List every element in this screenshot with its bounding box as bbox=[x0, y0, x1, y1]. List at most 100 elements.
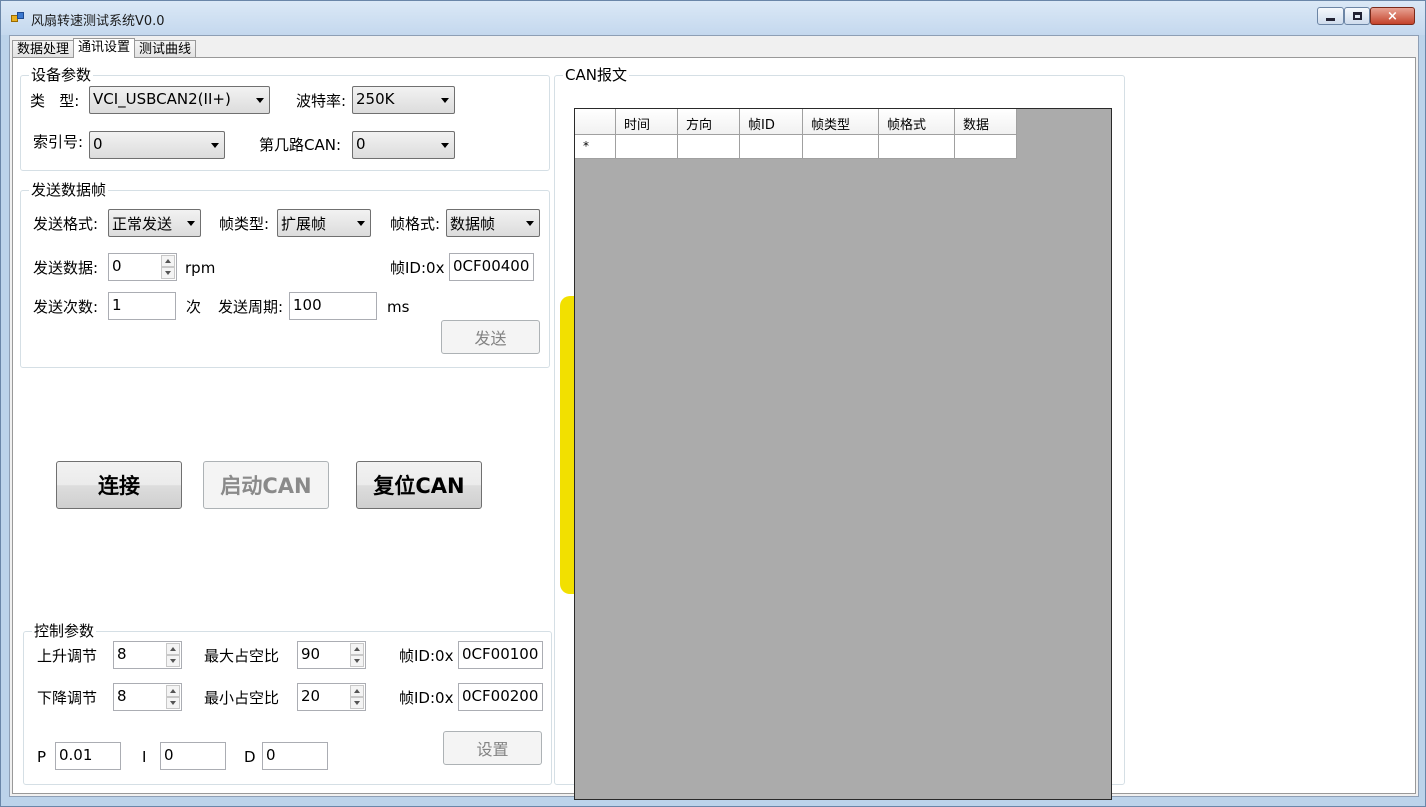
device-type-select[interactable]: VCI_USBCAN2(II+) bbox=[89, 86, 270, 114]
spin-up-icon[interactable] bbox=[350, 685, 364, 697]
close-button[interactable]: × bbox=[1370, 7, 1415, 25]
min-duty-stepper[interactable]: 20 bbox=[297, 683, 366, 711]
send-count-unit: 次 bbox=[186, 298, 202, 316]
spin-down-icon[interactable] bbox=[166, 655, 180, 667]
baud-rate-label: 波特率: bbox=[296, 92, 347, 110]
new-row-marker[interactable]: * bbox=[575, 135, 616, 159]
tab-test-curve[interactable]: 测试曲线 bbox=[134, 40, 197, 58]
spin-up-icon[interactable] bbox=[350, 643, 364, 655]
fall-adjust-stepper[interactable]: 8 bbox=[113, 683, 182, 711]
spin-up-icon[interactable] bbox=[166, 685, 180, 697]
send-data-value: 0 bbox=[112, 257, 122, 275]
frame-type-select[interactable]: 扩展帧 bbox=[277, 209, 371, 237]
spin-up-icon[interactable] bbox=[166, 643, 180, 655]
connect-button[interactable]: 连接 bbox=[56, 461, 182, 509]
frame-id2-label: 帧ID:0x bbox=[399, 689, 454, 707]
send-format-value: 正常发送 bbox=[112, 215, 173, 233]
pid-p-label: P bbox=[37, 748, 47, 766]
chevron-down-icon bbox=[256, 98, 264, 103]
window-title: 风扇转速测试系统V0.0 bbox=[31, 14, 165, 29]
set-button[interactable]: 设置 bbox=[443, 731, 542, 765]
max-duty-stepper[interactable]: 90 bbox=[297, 641, 366, 669]
tab-data-processing[interactable]: 数据处理 bbox=[12, 40, 75, 58]
send-count-input[interactable]: 1 bbox=[108, 292, 176, 320]
fall-adjust-value: 8 bbox=[117, 687, 127, 705]
frame-format-label: 帧格式: bbox=[390, 215, 441, 233]
min-duty-value: 20 bbox=[301, 687, 321, 705]
table-cell[interactable] bbox=[955, 135, 1017, 159]
frame-type-value: 扩展帧 bbox=[281, 215, 327, 233]
spin-down-icon[interactable] bbox=[161, 267, 175, 279]
send-period-input[interactable]: 100 bbox=[289, 292, 377, 320]
title-bar: 风扇转速测试系统V0.0 × bbox=[1, 1, 1425, 35]
table-cell[interactable] bbox=[803, 135, 879, 159]
table-cell[interactable] bbox=[740, 135, 803, 159]
chevron-down-icon bbox=[357, 221, 365, 226]
maximize-icon bbox=[1352, 12, 1362, 20]
chevron-down-icon bbox=[441, 98, 449, 103]
spin-down-icon[interactable] bbox=[166, 697, 180, 709]
frame-id1-input[interactable]: 0CF00100 bbox=[458, 641, 543, 669]
column-header-frame-type[interactable]: 帧类型 bbox=[803, 109, 879, 135]
send-data-stepper[interactable]: 0 bbox=[108, 253, 177, 281]
tab-comm-settings[interactable]: 通讯设置 bbox=[73, 38, 136, 58]
app-window: 风扇转速测试系统V0.0 × 数据处理 通讯设置 测试曲线 设备参数 类 型: … bbox=[0, 0, 1426, 807]
maximize-button[interactable] bbox=[1344, 7, 1370, 25]
frame-format-select[interactable]: 数据帧 bbox=[446, 209, 540, 237]
spin-down-icon[interactable] bbox=[350, 655, 364, 667]
send-frame-id-input[interactable]: 0CF00400 bbox=[449, 253, 534, 281]
spin-up-icon[interactable] bbox=[161, 255, 175, 267]
fall-adjust-label: 下降调节 bbox=[37, 689, 98, 707]
can-message-grid[interactable]: 时间 方向 帧ID 帧类型 帧格式 数据 * bbox=[574, 108, 1112, 800]
frame-type-label: 帧类型: bbox=[219, 215, 270, 233]
reset-can-button[interactable]: 复位CAN bbox=[356, 461, 482, 509]
device-params-title: 设备参数 bbox=[29, 66, 94, 84]
send-data-label: 发送数据: bbox=[33, 259, 99, 277]
spin-buttons bbox=[166, 685, 180, 709]
rise-adjust-stepper[interactable]: 8 bbox=[113, 641, 182, 669]
client-area: 数据处理 通讯设置 测试曲线 设备参数 类 型: VCI_USBCAN2(II+… bbox=[9, 35, 1419, 800]
minimize-button[interactable] bbox=[1317, 7, 1344, 25]
table-cell[interactable] bbox=[678, 135, 740, 159]
side-drag-handle[interactable] bbox=[560, 296, 574, 594]
chevron-down-icon bbox=[211, 143, 219, 148]
column-header-data[interactable]: 数据 bbox=[955, 109, 1017, 135]
chevron-down-icon bbox=[526, 221, 534, 226]
device-index-label: 索引号: bbox=[33, 133, 84, 151]
send-period-label: 发送周期: bbox=[218, 298, 284, 316]
chevron-down-icon bbox=[187, 221, 195, 226]
control-params-title: 控制参数 bbox=[32, 622, 97, 640]
app-icon bbox=[11, 12, 25, 24]
pid-d-label: D bbox=[244, 748, 256, 766]
frame-id2-input[interactable]: 0CF00200 bbox=[458, 683, 543, 711]
minimize-icon bbox=[1326, 17, 1335, 21]
send-data-unit: rpm bbox=[185, 259, 216, 277]
start-can-button[interactable]: 启动CAN bbox=[203, 461, 329, 509]
column-header-frame-id[interactable]: 帧ID bbox=[740, 109, 803, 135]
grid-corner-cell[interactable] bbox=[575, 109, 616, 135]
send-button[interactable]: 发送 bbox=[441, 320, 540, 354]
can-channel-select[interactable]: 0 bbox=[352, 131, 455, 159]
frame-id1-label: 帧ID:0x bbox=[399, 647, 454, 665]
send-frame-title: 发送数据帧 bbox=[29, 181, 109, 199]
send-period-unit: ms bbox=[387, 298, 410, 316]
comm-settings-page: 设备参数 类 型: VCI_USBCAN2(II+) 波特率: 250K 索引号… bbox=[12, 57, 1416, 800]
send-format-select[interactable]: 正常发送 bbox=[108, 209, 201, 237]
spin-buttons bbox=[350, 643, 364, 667]
max-duty-value: 90 bbox=[301, 645, 321, 663]
rise-adjust-value: 8 bbox=[117, 645, 127, 663]
spin-buttons bbox=[350, 685, 364, 709]
spin-down-icon[interactable] bbox=[350, 697, 364, 709]
baud-rate-select[interactable]: 250K bbox=[352, 86, 455, 114]
column-header-direction[interactable]: 方向 bbox=[678, 109, 740, 135]
table-cell[interactable] bbox=[879, 135, 955, 159]
pid-i-input[interactable]: 0 bbox=[160, 742, 226, 770]
table-cell[interactable] bbox=[616, 135, 678, 159]
device-index-select[interactable]: 0 bbox=[89, 131, 225, 159]
rise-adjust-label: 上升调节 bbox=[37, 647, 98, 665]
column-header-frame-format[interactable]: 帧格式 bbox=[879, 109, 955, 135]
column-header-time[interactable]: 时间 bbox=[616, 109, 678, 135]
pid-p-input[interactable]: 0.01 bbox=[55, 742, 121, 770]
pid-d-input[interactable]: 0 bbox=[262, 742, 328, 770]
table-row[interactable]: * bbox=[575, 135, 1017, 159]
